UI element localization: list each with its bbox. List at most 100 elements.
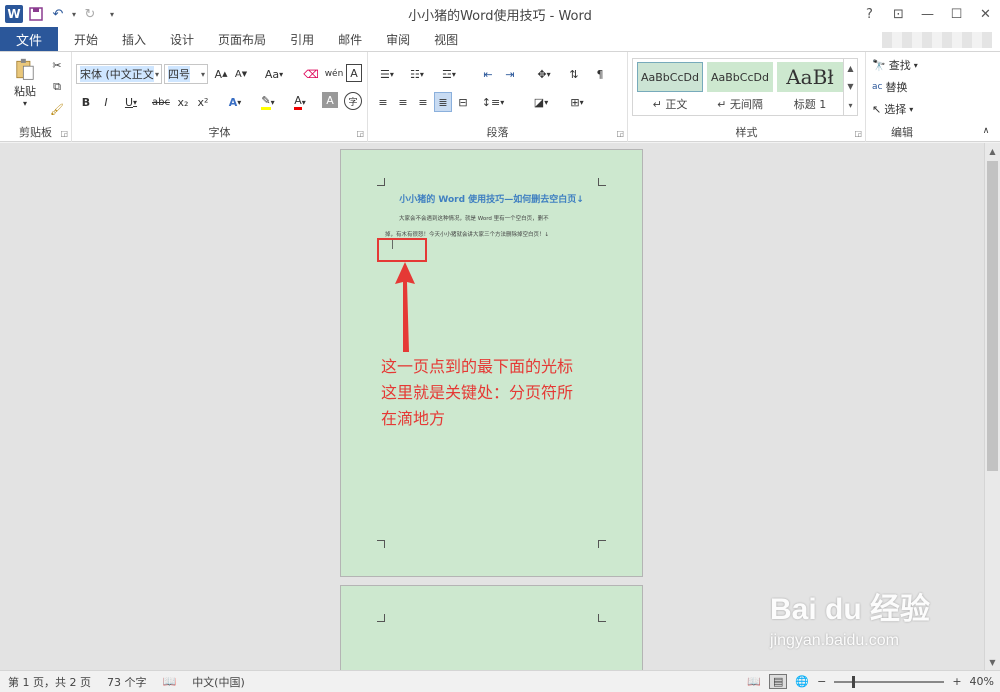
change-case-button[interactable]: Aa ▾ xyxy=(260,64,288,84)
account-area[interactable] xyxy=(882,32,992,48)
page-2[interactable] xyxy=(340,585,643,670)
select-button[interactable]: ↖ 选择 ▾ xyxy=(872,100,934,118)
numbering-icon: ☷ xyxy=(410,67,420,81)
character-shading-button[interactable]: A xyxy=(322,92,338,108)
paragraph-launcher-icon[interactable]: ◲ xyxy=(616,129,624,138)
align-left-icon[interactable]: ≡ xyxy=(374,92,392,112)
clipboard-launcher-icon[interactable]: ◲ xyxy=(60,129,68,138)
undo-icon[interactable]: ↶ xyxy=(48,4,68,24)
bullets-icon: ☰ xyxy=(380,67,390,81)
justify-icon[interactable]: ≣ xyxy=(434,92,452,112)
italic-button[interactable]: I xyxy=(98,92,114,112)
proofing-icon[interactable]: 📖 xyxy=(154,675,184,688)
chinese-layout-icon: ✥ xyxy=(537,67,547,81)
cut-icon[interactable]: ✂ xyxy=(48,56,66,74)
tab-design[interactable]: 设计 xyxy=(158,27,206,51)
paint-bucket-icon: ◪ xyxy=(533,95,545,109)
sort-icon[interactable]: ⇅ xyxy=(564,64,584,84)
numbering-button[interactable]: ☷ ▾ xyxy=(404,64,430,84)
subscript-button[interactable]: x₂ xyxy=(174,92,192,112)
zoom-level[interactable]: 40% xyxy=(970,675,994,688)
word-count[interactable]: 73 个字 xyxy=(99,674,155,690)
multilevel-list-button[interactable]: ☲ ▾ xyxy=(434,64,464,84)
paste-button[interactable]: 粘贴 ▾ xyxy=(8,58,42,108)
shading-button[interactable]: ◪ ▾ xyxy=(526,92,556,112)
underline-button[interactable]: U ▾ xyxy=(118,92,144,112)
borders-button[interactable]: ⊞ ▾ xyxy=(562,92,592,112)
style-normal[interactable]: AaBbCcDd ↵ 正文 xyxy=(636,62,704,112)
tab-mailings[interactable]: 邮件 xyxy=(326,27,374,51)
enclose-characters-button[interactable]: 字 xyxy=(344,92,362,110)
superscript-button[interactable]: x² xyxy=(194,92,212,112)
zoom-slider-thumb[interactable] xyxy=(852,675,856,688)
zoom-slider[interactable] xyxy=(834,675,945,688)
chevron-up-icon[interactable]: ▲ xyxy=(847,64,853,73)
align-center-icon[interactable]: ≡ xyxy=(394,92,412,112)
copy-icon[interactable]: ⧉ xyxy=(48,78,66,96)
font-launcher-icon[interactable]: ◲ xyxy=(356,129,364,138)
highlight-button[interactable]: ✎ ▾ xyxy=(254,92,282,112)
redo-icon[interactable]: ↻ xyxy=(80,4,100,24)
distributed-icon[interactable]: ⊟ xyxy=(454,92,472,112)
align-right-icon[interactable]: ≡ xyxy=(414,92,432,112)
maximize-button[interactable]: ☐ xyxy=(942,0,971,28)
zoom-out-button[interactable]: − xyxy=(817,675,826,688)
help-button[interactable]: ? xyxy=(855,0,884,28)
undo-dropdown-icon[interactable]: ▾ xyxy=(70,4,78,24)
shrink-font-button[interactable]: A ▼ xyxy=(232,64,250,84)
style-no-spacing[interactable]: AaBbCcDd ↵ 无间隔 xyxy=(706,62,774,112)
tab-home[interactable]: 开始 xyxy=(62,27,110,51)
font-size-combo[interactable]: 四号 ▾ xyxy=(164,64,208,84)
clear-formatting-icon[interactable]: ⌫ xyxy=(302,64,320,84)
styles-launcher-icon[interactable]: ◲ xyxy=(854,129,862,138)
show-marks-icon[interactable]: ¶ xyxy=(590,64,610,84)
line-spacing-button[interactable]: ↕≡ ▾ xyxy=(478,92,508,112)
page-count[interactable]: 第 1 页，共 2 页 xyxy=(0,674,99,690)
scroll-down-icon[interactable]: ▼ xyxy=(985,654,1000,670)
word-app-icon[interactable]: W xyxy=(4,4,24,24)
window-controls: ? ⊡ — ☐ ✕ xyxy=(855,0,1000,28)
font-name-combo[interactable]: 宋体 (中文正文 ▾ xyxy=(76,64,162,84)
chinese-layout-button[interactable]: ✥ ▾ xyxy=(530,64,558,84)
tab-review[interactable]: 审阅 xyxy=(374,27,422,51)
tab-file[interactable]: 文件 xyxy=(0,27,58,51)
replace-button[interactable]: ac 替换 xyxy=(872,78,934,96)
vertical-scrollbar[interactable]: ▲ ▼ xyxy=(984,143,1000,670)
format-painter-icon[interactable]: 🖌 xyxy=(48,100,66,118)
tab-view[interactable]: 视图 xyxy=(422,27,470,51)
grow-font-button[interactable]: A ▲ xyxy=(212,64,230,84)
tab-references[interactable]: 引用 xyxy=(278,27,326,51)
collapse-ribbon-icon[interactable]: ∧ xyxy=(978,124,994,138)
styles-gallery-scroll[interactable]: ▲ ▼ ▾ xyxy=(843,59,857,115)
tab-insert[interactable]: 插入 xyxy=(110,27,158,51)
ribbon-display-options-button[interactable]: ⊡ xyxy=(884,0,913,28)
text-effects-button[interactable]: A ▾ xyxy=(222,92,248,112)
more-icon[interactable]: ▾ xyxy=(848,101,852,110)
print-layout-icon[interactable]: ▤ xyxy=(769,674,788,689)
customize-qat-icon[interactable]: ▾ xyxy=(102,4,122,24)
character-border-button[interactable]: A xyxy=(346,64,362,82)
bold-button[interactable]: B xyxy=(78,92,94,112)
tab-page-layout[interactable]: 页面布局 xyxy=(206,27,278,51)
minimize-button[interactable]: — xyxy=(913,0,942,28)
read-mode-icon[interactable]: 📖 xyxy=(747,675,761,688)
find-button[interactable]: 🔭 查找 ▾ xyxy=(872,56,934,74)
zoom-in-button[interactable]: + xyxy=(952,675,961,688)
bullets-button[interactable]: ☰ ▾ xyxy=(374,64,400,84)
phonetic-guide-button[interactable]: wén xyxy=(324,64,344,84)
font-group: 宋体 (中文正文 ▾ 四号 ▾ A ▲ A ▼ Aa ▾ ⌫ wén A B I U ▾ a… xyxy=(72,52,368,142)
save-icon[interactable] xyxy=(26,4,46,24)
annotation-arrow xyxy=(395,262,415,352)
strikethrough-button[interactable]: abc xyxy=(150,92,172,112)
chevron-down-icon[interactable]: ▼ xyxy=(847,82,853,91)
scrollbar-thumb[interactable] xyxy=(987,161,998,471)
page-1[interactable]: 小小猪的 Word 使用技巧—如何删去空白页↓ 大家会不会遇到这种情况，就是 W… xyxy=(340,149,643,577)
scroll-up-icon[interactable]: ▲ xyxy=(985,143,1000,159)
font-color-button[interactable]: A ▾ xyxy=(286,92,314,112)
style-heading-1[interactable]: AaBł 标题 1 xyxy=(776,62,844,112)
web-layout-icon[interactable]: 🌐 xyxy=(795,675,809,688)
increase-indent-icon[interactable]: ⇥ xyxy=(500,64,520,84)
language-indicator[interactable]: 中文(中国) xyxy=(184,674,253,690)
decrease-indent-icon[interactable]: ⇤ xyxy=(478,64,498,84)
close-button[interactable]: ✕ xyxy=(971,0,1000,28)
